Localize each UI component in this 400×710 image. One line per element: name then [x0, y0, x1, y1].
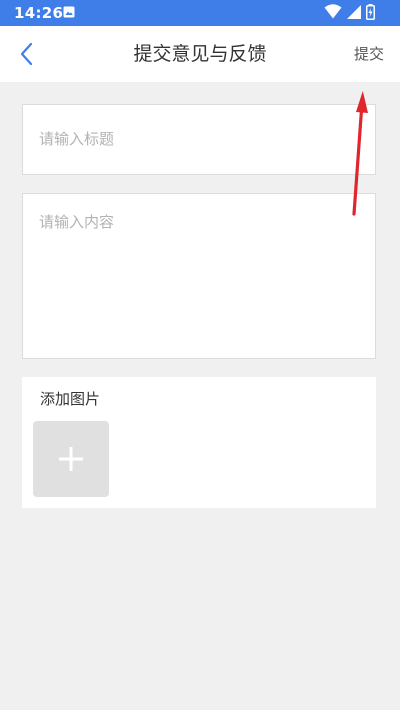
- title-input[interactable]: [39, 127, 359, 151]
- status-bar: 14:26: [0, 0, 400, 26]
- back-button[interactable]: [12, 38, 44, 70]
- signal-icon: [347, 5, 361, 19]
- content-field-container: [22, 193, 376, 359]
- battery-icon: [366, 4, 375, 20]
- add-image-section: 添加图片: [22, 377, 376, 508]
- wifi-icon: [324, 4, 342, 19]
- content-input[interactable]: [39, 211, 359, 347]
- page-title: 提交意见与反馈: [133, 43, 267, 65]
- notification-icon: [63, 6, 75, 18]
- title-field-container: [22, 104, 376, 175]
- add-image-button[interactable]: [33, 421, 109, 497]
- app-header: 提交意见与反馈 提交: [0, 26, 400, 82]
- submit-button[interactable]: 提交: [354, 45, 384, 63]
- plus-icon: [59, 447, 83, 471]
- status-icons: [324, 4, 386, 22]
- status-time: 14:26: [14, 4, 64, 22]
- add-image-label: 添加图片: [40, 390, 101, 408]
- chevron-left-icon: [20, 42, 33, 66]
